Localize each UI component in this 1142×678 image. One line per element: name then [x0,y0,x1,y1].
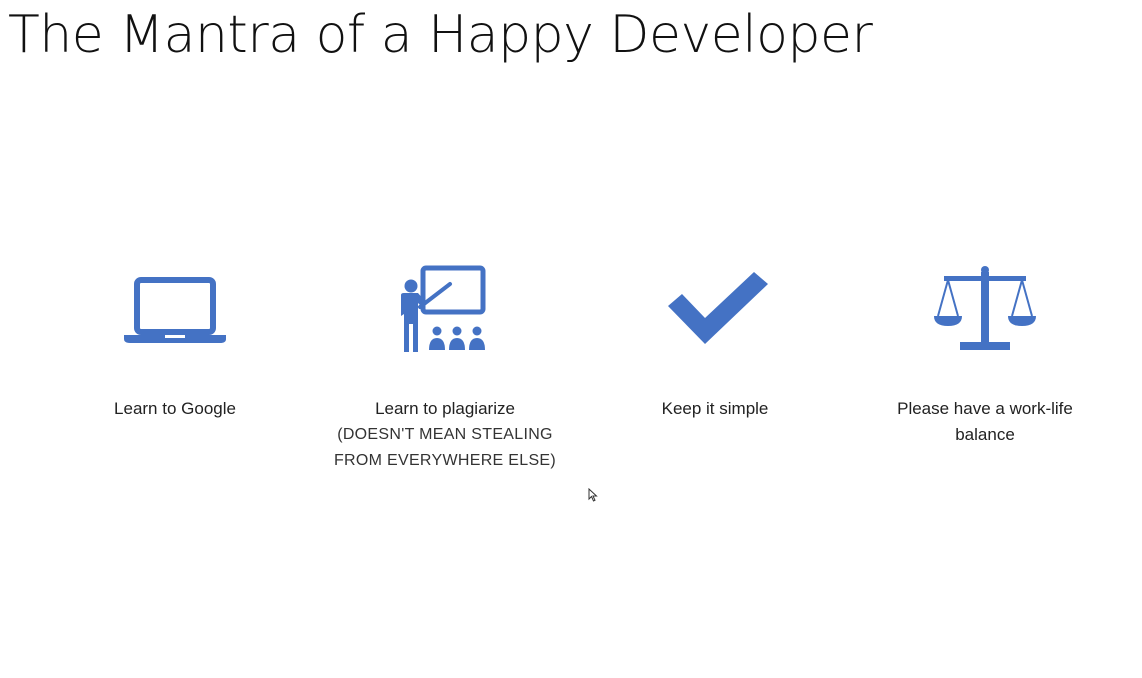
checkmark-icon [668,272,768,344]
mouse-cursor-icon [588,488,598,502]
slide-title: The Mantra of a Happy Developer [8,5,873,65]
balance-scale-icon [934,266,1036,350]
mantra-caption: Learn to plagiarize (DOESN'T MEAN STEALI… [333,399,557,469]
mantra-caption: Learn to Google [114,399,236,418]
mantra-item-simple: Keep it simple [585,262,845,422]
mantra-item-google: Learn to Google [45,262,305,422]
mantra-item-plagiarize: Learn to plagiarize (DOESN'T MEAN STEALI… [315,262,575,474]
teacher-presentation-icon [401,265,486,352]
mantra-caption: Please have a work-life balance [897,399,1073,444]
laptop-icon [124,277,226,343]
mantra-item-balance: Please have a work-life balance [855,262,1115,448]
mantra-caption: Keep it simple [661,399,769,418]
